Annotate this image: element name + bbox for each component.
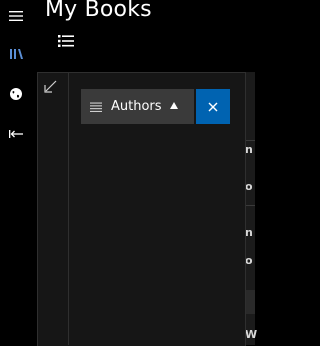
list-view-button[interactable] bbox=[57, 33, 77, 49]
globe-icon bbox=[10, 88, 22, 100]
list-item: n bbox=[245, 226, 253, 239]
library-icon bbox=[10, 49, 23, 59]
hamburger-icon bbox=[9, 11, 23, 21]
close-icon bbox=[208, 102, 218, 111]
collapse-arrow-icon bbox=[44, 80, 57, 93]
sort-direction-toggle[interactable] bbox=[169, 101, 178, 112]
back-arrow-icon bbox=[9, 130, 23, 138]
remove-sort-button[interactable] bbox=[196, 89, 230, 124]
list-item: o bbox=[245, 254, 253, 267]
list-item: o bbox=[245, 180, 253, 193]
menu-button[interactable] bbox=[0, 0, 32, 32]
sort-field-label: Authors bbox=[111, 99, 162, 114]
list-view-icon bbox=[58, 35, 74, 47]
triangle-up-icon bbox=[169, 101, 178, 109]
page-title: My Books bbox=[45, 0, 152, 22]
background-card bbox=[246, 290, 255, 314]
nav-item-library[interactable] bbox=[0, 38, 32, 70]
sort-field-selector[interactable]: Authors bbox=[81, 89, 194, 124]
nav-item-back[interactable] bbox=[0, 118, 32, 150]
nav-item-online[interactable] bbox=[0, 78, 32, 110]
flyout-side-column bbox=[37, 72, 69, 345]
list-item: W bbox=[245, 328, 258, 341]
list-item: n bbox=[245, 143, 253, 156]
collapse-flyout-button[interactable] bbox=[43, 79, 59, 95]
drag-handle-icon bbox=[90, 102, 102, 112]
nav-rail bbox=[0, 0, 32, 345]
